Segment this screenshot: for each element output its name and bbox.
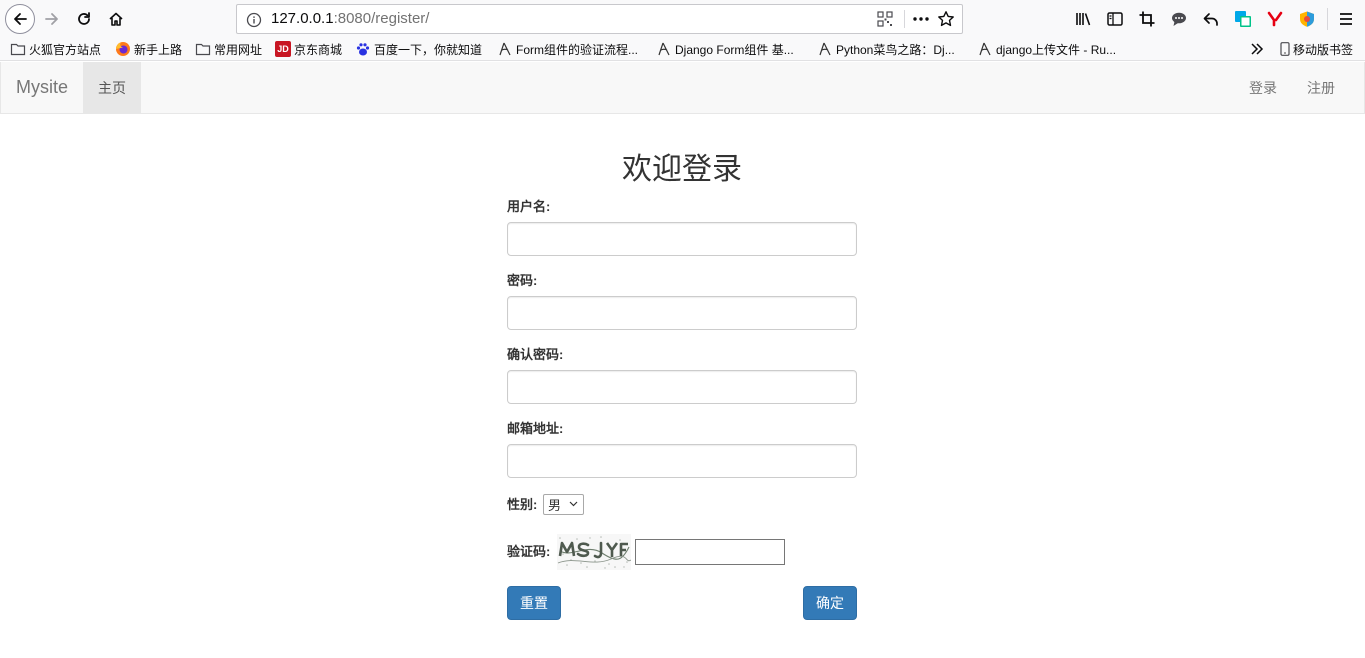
blog-icon (656, 41, 672, 57)
sidebar-icon (1107, 12, 1123, 26)
captcha-image[interactable] (557, 534, 631, 570)
toolbar-divider (1327, 8, 1328, 30)
bookmark-item[interactable]: Python菜鸟之路：Dj... (817, 40, 955, 58)
email-input[interactable] (507, 444, 857, 478)
mobile-bookmarks[interactable]: 移动版书签 (1279, 40, 1353, 58)
colorful-shield-icon (1300, 11, 1314, 27)
y-logo-icon (1267, 11, 1283, 27)
undo-arrow-icon (1203, 13, 1218, 26)
bookmark-label: Form组件的验证流程... (516, 42, 638, 57)
bookmark-item[interactable]: 火狐官方站点 (10, 40, 101, 58)
hamburger-menu-icon (1340, 13, 1352, 25)
submit-button[interactable]: 确定 (803, 586, 857, 620)
firefox-icon (115, 41, 131, 57)
bookmarks-overflow-button[interactable] (1248, 40, 1266, 58)
reload-button[interactable] (70, 5, 98, 33)
bookmark-item[interactable]: Django Form组件 基... (656, 40, 794, 58)
home-button[interactable] (102, 5, 130, 33)
page-title: 欢迎登录 (622, 153, 742, 186)
site-navbar: Mysite 主页 登录 注册 (0, 62, 1365, 114)
url-text[interactable]: 127.0.0.1:8080/register/ (271, 10, 429, 28)
info-icon[interactable] (246, 12, 262, 28)
confirm-password-input[interactable] (507, 370, 857, 404)
baidu-paw-icon (355, 41, 371, 57)
mobile-bookmarks-label: 移动版书签 (1293, 42, 1354, 57)
back-button[interactable] (5, 4, 35, 34)
url-bar[interactable]: 127.0.0.1:8080/register/ (236, 4, 963, 34)
arrow-right-icon (45, 13, 58, 25)
bookmark-item[interactable]: JD 京东商城 (275, 40, 342, 58)
nav-home-link[interactable]: 主页 (83, 62, 141, 113)
blog-icon (977, 41, 993, 57)
blog-icon (497, 41, 513, 57)
url-path: :8080/register/ (333, 10, 430, 27)
reset-button[interactable]: 重置 (507, 586, 561, 620)
password-input[interactable] (507, 296, 857, 330)
bookmark-label: django上传文件 - Ru... (996, 42, 1117, 57)
gender-label: 性别: (507, 497, 538, 512)
folder-icon (195, 41, 211, 57)
bookmark-label: 火狐官方站点 (29, 42, 102, 57)
menu-button[interactable] (1336, 9, 1356, 29)
forward-button[interactable] (38, 5, 66, 33)
undo-extension-button[interactable] (1201, 9, 1221, 29)
bookmark-label: 常用网址 (214, 42, 263, 57)
bookmark-label: 新手上路 (134, 42, 183, 57)
bookmark-item[interactable]: Form组件的验证流程... (497, 40, 638, 58)
folder-icon (10, 41, 26, 57)
browser-toolbar: 127.0.0.1:8080/register/ (0, 0, 1365, 38)
jd-icon: JD (275, 41, 291, 57)
password-label: 密码: (507, 273, 538, 288)
crop-icon (1139, 11, 1155, 27)
url-separator (904, 10, 905, 28)
captcha-label: 验证码: (507, 544, 551, 559)
qr-code-icon[interactable] (877, 11, 893, 27)
confirm-password-label: 确认密码: (507, 347, 564, 362)
chevron-down-icon (569, 501, 578, 507)
gender-selected-value: 男 (548, 498, 562, 513)
bookmark-item[interactable]: 百度一下，你就知道 (355, 40, 482, 58)
bookmark-label: Python菜鸟之路：Dj... (836, 42, 955, 57)
mobile-phone-icon (1279, 41, 1291, 57)
bookmark-item[interactable]: django上传文件 - Ru... (977, 40, 1116, 58)
gender-select[interactable]: 男 (543, 494, 584, 515)
youdao-extension-button[interactable] (1265, 9, 1285, 29)
bookmark-label: 百度一下，你就知道 (374, 42, 483, 57)
home-icon (109, 12, 123, 26)
url-host: 127.0.0.1 (271, 10, 334, 27)
captcha-input[interactable] (635, 539, 785, 565)
library-button[interactable] (1073, 9, 1093, 29)
double-chevron-right-icon (1251, 43, 1264, 55)
username-label: 用户名: (507, 199, 551, 214)
email-label: 邮箱地址: (507, 421, 564, 436)
username-input[interactable] (507, 222, 857, 256)
bookmark-item[interactable]: 新手上路 (115, 40, 182, 58)
sync-extension-button[interactable] (1233, 9, 1253, 29)
blog-icon (817, 41, 833, 57)
bookmark-star-icon[interactable] (937, 10, 955, 28)
bookmarks-toolbar: 火狐官方站点 新手上路 常用网址 JD 京东商城 百度一下，你就知道 Form组… (0, 38, 1365, 61)
bookmark-label: 京东商城 (294, 42, 343, 57)
screenshot-button[interactable] (1137, 9, 1157, 29)
nav-login-link[interactable]: 登录 (1249, 62, 1277, 113)
chat-bubble-icon (1172, 12, 1186, 26)
bookmark-label: Django Form组件 基... (675, 42, 794, 57)
reload-icon (78, 12, 90, 25)
bookmark-item[interactable]: 常用网址 (195, 40, 262, 58)
more-dots-icon[interactable] (910, 10, 932, 28)
sync-square-icon (1235, 11, 1251, 27)
sidebar-button[interactable] (1105, 9, 1125, 29)
library-icon (1076, 13, 1091, 26)
chat-extension-button[interactable] (1169, 9, 1189, 29)
arrow-left-icon (14, 13, 27, 25)
shield-extension-button[interactable] (1297, 9, 1317, 29)
site-brand[interactable]: Mysite (16, 77, 68, 97)
nav-register-link[interactable]: 注册 (1307, 62, 1335, 113)
